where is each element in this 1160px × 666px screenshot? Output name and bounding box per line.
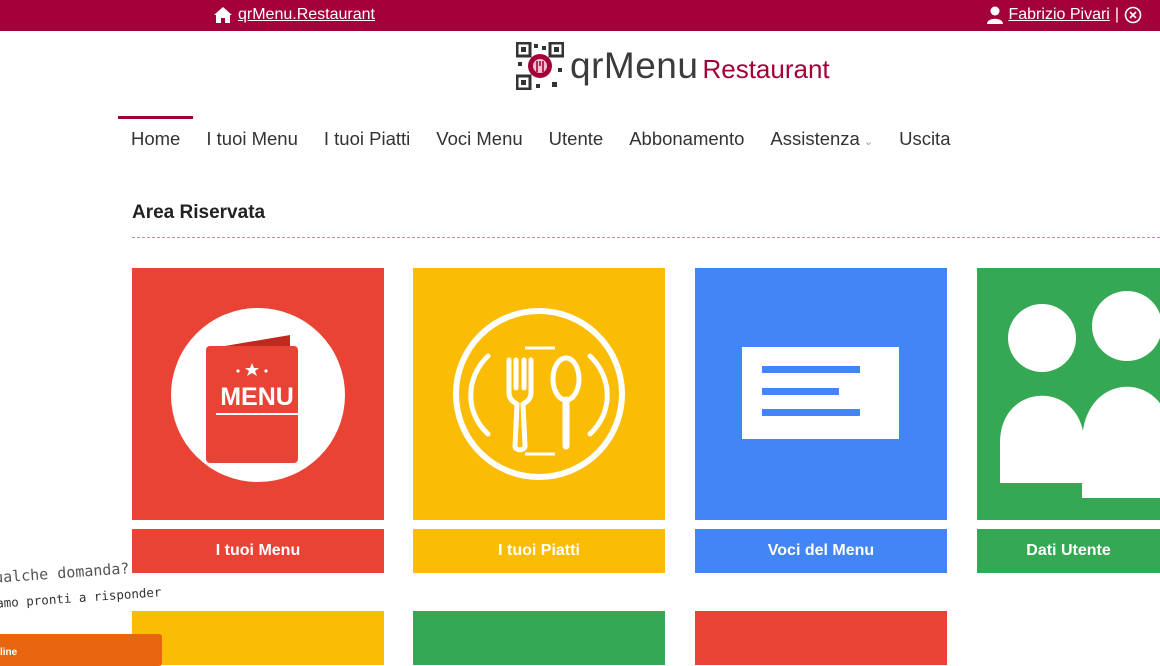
chat-answer-text: amo pronti a risponder [0,584,162,611]
tile-menu-entries-label[interactable]: Voci del Menu [695,529,947,573]
tile-row2-3[interactable] [695,611,947,665]
tile-row2-1[interactable] [132,611,384,665]
nav-item-home[interactable]: Home [118,116,194,162]
logo-qrmenu-text: qrMenu [570,45,699,86]
nav-item-user[interactable]: Utente [536,116,617,162]
users-icon [1000,291,1160,498]
tile-menu-entries-image[interactable] [695,268,947,520]
title-divider [132,237,1160,238]
cutlery-plate-icon [453,308,625,480]
tile-menus[interactable]: MENU I tuoi Menu [132,268,384,573]
nav-item-menu-entries[interactable]: Voci Menu [423,116,535,162]
nav-item-menus[interactable]: I tuoi Menu [193,116,311,162]
menu-book-icon: MENU [171,308,345,482]
user-area: Fabrizio Pivari | [987,6,1142,24]
main-nav: Home I tuoi Menu I tuoi Piatti Voci Menu… [118,116,963,162]
tile-menus-label[interactable]: I tuoi Menu [132,529,384,573]
site-link-group[interactable]: qrMenu.Restaurant [213,6,375,24]
tile-user-data[interactable]: Dati Utente [977,268,1160,573]
home-icon [214,7,232,23]
tile-dishes-image[interactable] [413,268,665,520]
logout-icon[interactable] [1124,6,1142,24]
chat-question-text: ualche domanda? [0,559,130,587]
nav-item-subscription[interactable]: Abbonamento [616,116,757,162]
user-icon [987,6,1004,24]
tile-dishes[interactable]: I tuoi Piatti [413,268,665,573]
nav-item-dishes[interactable]: I tuoi Piatti [311,116,423,162]
logo-restaurant-text: Restaurant [702,53,830,84]
qr-logo-icon [516,42,564,90]
tile-menus-image[interactable]: MENU [132,268,384,520]
site-link[interactable]: qrMenu.Restaurant [238,6,375,24]
nav-item-support-label: Assistenza [770,128,860,149]
tile-user-data-image[interactable] [977,268,1160,520]
tile-row2-2[interactable] [413,611,665,665]
text-lines-icon [742,347,899,439]
menu-book-text: MENU [220,383,294,411]
topbar-separator: | [1114,6,1119,23]
user-name-link[interactable]: Fabrizio Pivari [1008,6,1109,24]
nav-item-support[interactable]: Assistenza ⌄ [757,116,886,162]
tile-dishes-label[interactable]: I tuoi Piatti [413,529,665,573]
top-bar: qrMenu.Restaurant Fabrizio Pivari | [0,0,1160,31]
chat-online-label: line [0,647,18,658]
chat-online-button[interactable]: line [0,634,162,666]
tile-menu-entries[interactable]: Voci del Menu [695,268,947,573]
tile-user-data-label[interactable]: Dati Utente [977,529,1160,573]
nav-item-logout[interactable]: Uscita [886,116,963,162]
page-title: Area Riservata [132,202,266,223]
chevron-down-icon: ⌄ [863,136,874,148]
site-logo[interactable]: qrMenu Restaurant [516,42,830,90]
